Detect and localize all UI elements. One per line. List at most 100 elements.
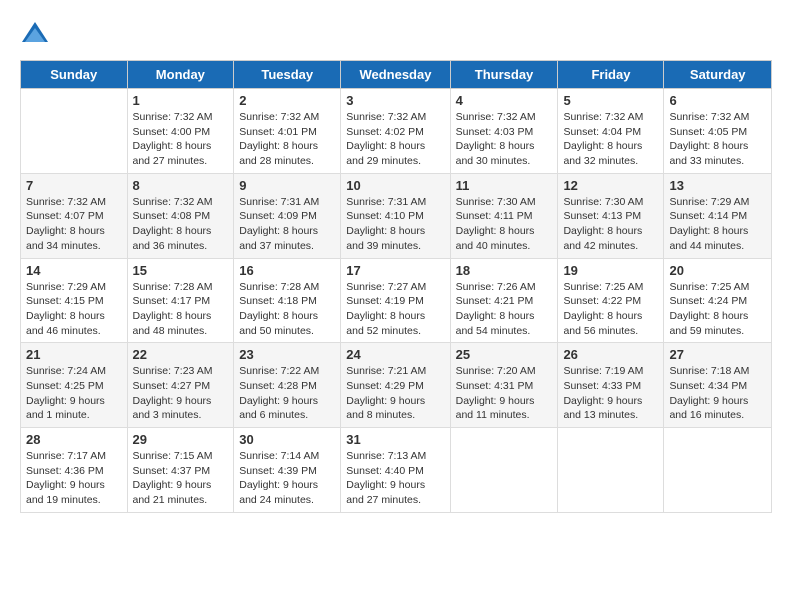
calendar-cell: 17 Sunrise: 7:27 AMSunset: 4:19 PMDayligh… [341, 258, 450, 343]
calendar-cell: 9Sunrise: 7:31 AMSunset: 4:09 PMDaylight… [234, 173, 341, 258]
day-info: Sunrise: 7:28 AMSunset: 4:18 PMDaylight:… [239, 280, 335, 339]
day-info: Sunrise: 7:25 AMSunset: 4:22 PMDaylight:… [563, 280, 658, 339]
day-number: 3 [346, 93, 444, 108]
calendar-cell: 5 Sunrise: 7:32 AMSunset: 4:04 PMDaylight… [558, 89, 664, 174]
day-header-tuesday: Tuesday [234, 61, 341, 89]
calendar-week-row: 7 Sunrise: 7:32 AMSunset: 4:07 PMDaylight… [21, 173, 772, 258]
day-number: 24 [346, 347, 444, 362]
day-number: 30 [239, 432, 335, 447]
day-number: 6 [669, 93, 766, 108]
day-info: Sunrise: 7:13 AMSunset: 4:40 PMDaylight:… [346, 449, 444, 508]
day-info: Sunrise: 7:30 AMSunset: 4:11 PMDaylight:… [456, 195, 553, 254]
day-header-sunday: Sunday [21, 61, 128, 89]
calendar: SundayMondayTuesdayWednesdayThursdayFrid… [20, 60, 772, 513]
calendar-week-row: 1 Sunrise: 7:32 AMSunset: 4:00 PMDaylight… [21, 89, 772, 174]
day-info: Sunrise: 7:32 AMSunset: 4:02 PMDaylight:… [346, 110, 444, 169]
day-info: Sunrise: 7:21 AMSunset: 4:29 PMDaylight:… [346, 364, 444, 423]
day-info: Sunrise: 7:28 AMSunset: 4:17 PMDaylight:… [133, 280, 229, 339]
day-number: 2 [239, 93, 335, 108]
day-number: 25 [456, 347, 553, 362]
day-number: 17 [346, 263, 444, 278]
day-info: Sunrise: 7:18 AMSunset: 4:34 PMDaylight:… [669, 364, 766, 423]
calendar-cell: 2 Sunrise: 7:32 AMSunset: 4:01 PMDaylight… [234, 89, 341, 174]
day-info: Sunrise: 7:14 AMSunset: 4:39 PMDaylight:… [239, 449, 335, 508]
day-info: Sunrise: 7:17 AMSunset: 4:36 PMDaylight:… [26, 449, 122, 508]
calendar-cell: 22 Sunrise: 7:23 AMSunset: 4:27 PMDayligh… [127, 343, 234, 428]
day-number: 11 [456, 178, 553, 193]
day-info: Sunrise: 7:29 AMSunset: 4:14 PMDaylight:… [669, 195, 766, 254]
day-number: 19 [563, 263, 658, 278]
calendar-cell: 28 Sunrise: 7:17 AMSunset: 4:36 PMDayligh… [21, 428, 128, 513]
calendar-cell: 24 Sunrise: 7:21 AMSunset: 4:29 PMDayligh… [341, 343, 450, 428]
logo-icon [20, 20, 50, 50]
calendar-cell: 8 Sunrise: 7:32 AMSunset: 4:08 PMDaylight… [127, 173, 234, 258]
calendar-cell: 6 Sunrise: 7:32 AMSunset: 4:05 PMDaylight… [664, 89, 772, 174]
day-info: Sunrise: 7:32 AMSunset: 4:04 PMDaylight:… [563, 110, 658, 169]
day-info: Sunrise: 7:15 AMSunset: 4:37 PMDaylight:… [133, 449, 229, 508]
day-number: 29 [133, 432, 229, 447]
day-number: 26 [563, 347, 658, 362]
day-info: Sunrise: 7:32 AMSunset: 4:05 PMDaylight:… [669, 110, 766, 169]
calendar-cell: 30 Sunrise: 7:14 AMSunset: 4:39 PMDayligh… [234, 428, 341, 513]
day-info: Sunrise: 7:22 AMSunset: 4:28 PMDaylight:… [239, 364, 335, 423]
calendar-cell: 1 Sunrise: 7:32 AMSunset: 4:00 PMDaylight… [127, 89, 234, 174]
day-info: Sunrise: 7:25 AMSunset: 4:24 PMDaylight:… [669, 280, 766, 339]
calendar-cell [21, 89, 128, 174]
day-number: 1 [133, 93, 229, 108]
calendar-week-row: 21 Sunrise: 7:24 AMSunset: 4:25 PMDayligh… [21, 343, 772, 428]
calendar-cell: 10 Sunrise: 7:31 AMSunset: 4:10 PMDayligh… [341, 173, 450, 258]
day-header-saturday: Saturday [664, 61, 772, 89]
day-info: Sunrise: 7:31 AMSunset: 4:10 PMDaylight:… [346, 195, 444, 254]
logo [20, 20, 54, 50]
day-number: 31 [346, 432, 444, 447]
calendar-week-row: 14 Sunrise: 7:29 AMSunset: 4:15 PMDayligh… [21, 258, 772, 343]
calendar-cell: 16 Sunrise: 7:28 AMSunset: 4:18 PMDayligh… [234, 258, 341, 343]
day-info: Sunrise: 7:32 AMSunset: 4:00 PMDaylight:… [133, 110, 229, 169]
day-info: Sunrise: 7:32 AMSunset: 4:08 PMDaylight:… [133, 195, 229, 254]
calendar-cell: 12 Sunrise: 7:30 AMSunset: 4:13 PMDayligh… [558, 173, 664, 258]
calendar-cell: 21 Sunrise: 7:24 AMSunset: 4:25 PMDayligh… [21, 343, 128, 428]
calendar-cell [664, 428, 772, 513]
day-info: Sunrise: 7:27 AMSunset: 4:19 PMDaylight:… [346, 280, 444, 339]
day-number: 23 [239, 347, 335, 362]
day-number: 13 [669, 178, 766, 193]
day-info: Sunrise: 7:23 AMSunset: 4:27 PMDaylight:… [133, 364, 229, 423]
day-number: 20 [669, 263, 766, 278]
calendar-cell: 29 Sunrise: 7:15 AMSunset: 4:37 PMDayligh… [127, 428, 234, 513]
calendar-cell: 25Sunrise: 7:20 AMSunset: 4:31 PMDayligh… [450, 343, 558, 428]
day-number: 14 [26, 263, 122, 278]
day-info: Sunrise: 7:24 AMSunset: 4:25 PMDaylight:… [26, 364, 122, 423]
day-number: 16 [239, 263, 335, 278]
day-info: Sunrise: 7:31 AMSunset: 4:09 PMDaylight:… [239, 195, 335, 254]
day-header-thursday: Thursday [450, 61, 558, 89]
calendar-cell: 4Sunrise: 7:32 AMSunset: 4:03 PMDaylight… [450, 89, 558, 174]
calendar-cell: 14 Sunrise: 7:29 AMSunset: 4:15 PMDayligh… [21, 258, 128, 343]
day-number: 4 [456, 93, 553, 108]
day-number: 27 [669, 347, 766, 362]
day-info: Sunrise: 7:32 AMSunset: 4:07 PMDaylight:… [26, 195, 122, 254]
calendar-cell: 26Sunrise: 7:19 AMSunset: 4:33 PMDayligh… [558, 343, 664, 428]
calendar-cell [450, 428, 558, 513]
day-info: Sunrise: 7:30 AMSunset: 4:13 PMDaylight:… [563, 195, 658, 254]
day-number: 12 [563, 178, 658, 193]
day-info: Sunrise: 7:32 AMSunset: 4:01 PMDaylight:… [239, 110, 335, 169]
day-number: 10 [346, 178, 444, 193]
day-header-monday: Monday [127, 61, 234, 89]
day-number: 8 [133, 178, 229, 193]
calendar-cell: 3 Sunrise: 7:32 AMSunset: 4:02 PMDaylight… [341, 89, 450, 174]
day-info: Sunrise: 7:29 AMSunset: 4:15 PMDaylight:… [26, 280, 122, 339]
day-number: 5 [563, 93, 658, 108]
day-number: 28 [26, 432, 122, 447]
day-info: Sunrise: 7:26 AMSunset: 4:21 PMDaylight:… [456, 280, 553, 339]
calendar-cell: 23 Sunrise: 7:22 AMSunset: 4:28 PMDayligh… [234, 343, 341, 428]
calendar-cell: 20 Sunrise: 7:25 AMSunset: 4:24 PMDayligh… [664, 258, 772, 343]
calendar-header-row: SundayMondayTuesdayWednesdayThursdayFrid… [21, 61, 772, 89]
calendar-cell: 15Sunrise: 7:28 AMSunset: 4:17 PMDayligh… [127, 258, 234, 343]
day-number: 22 [133, 347, 229, 362]
day-number: 7 [26, 178, 122, 193]
calendar-cell: 11 Sunrise: 7:30 AMSunset: 4:11 PMDayligh… [450, 173, 558, 258]
day-number: 21 [26, 347, 122, 362]
calendar-cell: 31 Sunrise: 7:13 AMSunset: 4:40 PMDayligh… [341, 428, 450, 513]
calendar-cell: 18Sunrise: 7:26 AMSunset: 4:21 PMDayligh… [450, 258, 558, 343]
calendar-cell [558, 428, 664, 513]
